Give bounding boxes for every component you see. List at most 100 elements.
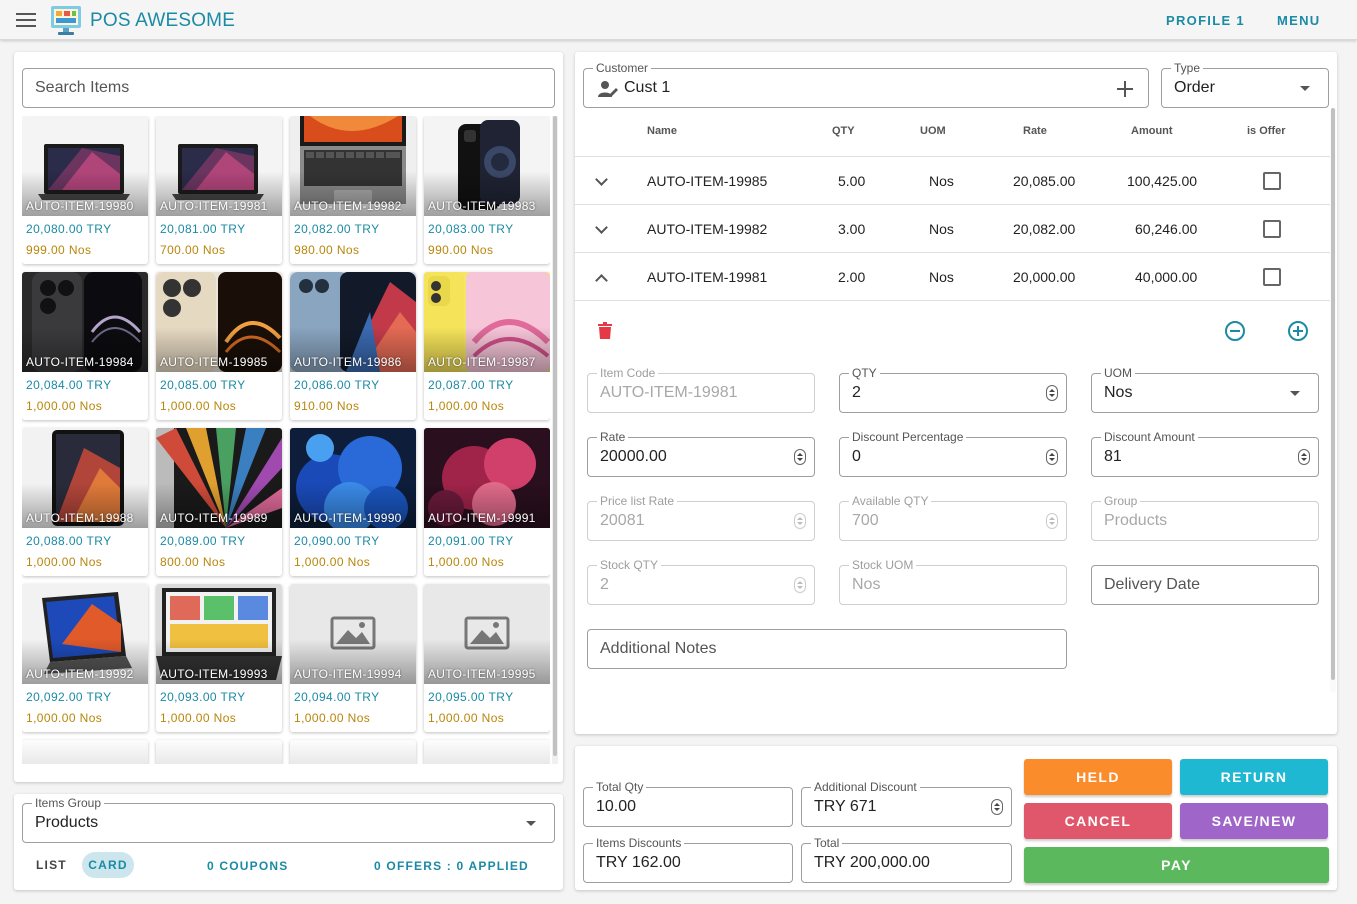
collapse-chevron-icon[interactable] [595,274,608,287]
expand-chevron-icon[interactable] [595,173,608,186]
col-qty[interactable]: QTY [832,125,855,137]
total-qty-value: 10.00 [596,798,637,815]
item-stock-qty: 910.00 Nos [294,399,360,413]
expand-chevron-icon[interactable] [595,221,608,234]
discount-amount-input[interactable]: Discount Amount 81 [1091,430,1319,477]
search-placeholder: Search Items [35,79,130,96]
additional-discount-input[interactable]: Additional Discount TRY 671 [801,780,1012,827]
item-card[interactable]: AUTO-ITEM-19989 20,089.00 TRY 800.00 Nos [156,428,282,576]
items-discounts-field: Items Discounts TRY 162.00 [583,836,793,883]
table-row[interactable]: AUTO-ITEM-19985 5.00 Nos 20,085.00 100,4… [575,156,1331,204]
is-offer-checkbox[interactable] [1263,220,1281,238]
add-customer-icon[interactable] [1117,81,1133,97]
pay-button[interactable]: PAY [1024,847,1329,883]
customer-select[interactable]: Customer Cust 1 [583,61,1149,108]
item-name: AUTO-ITEM-19984 [26,355,134,369]
item-card[interactable] [290,740,416,764]
spinner-icon [794,577,806,593]
invoice-scrollbar-thumb[interactable] [1331,108,1335,680]
discount-amount-spinner-icon[interactable] [1298,449,1310,465]
item-card[interactable]: AUTO-ITEM-19984 20,084.00 TRY 1,000.00 Nos [22,272,148,420]
item-stock-qty: 1,000.00 Nos [26,711,103,725]
menu-icon[interactable] [16,13,36,27]
type-select[interactable]: Type Order [1161,61,1329,108]
cancel-button[interactable]: CANCEL [1024,803,1172,839]
item-image [22,740,148,764]
discount-percentage-spinner-icon[interactable] [1046,449,1058,465]
item-card[interactable]: AUTO-ITEM-19980 20,080.00 TRY 999.00 Nos [22,116,148,264]
col-name[interactable]: Name [647,125,677,137]
table-row-expanded[interactable]: AUTO-ITEM-19981 2.00 Nos 20,000.00 40,00… [575,252,1331,301]
col-amount[interactable]: Amount [1131,125,1173,137]
item-card[interactable] [22,740,148,764]
app-title: POS AWESOME [90,10,236,31]
col-rate[interactable]: Rate [1023,125,1047,137]
profile-button[interactable]: PROFILE 1 [1166,13,1245,28]
uom-select[interactable]: UOM Nos [1091,366,1319,413]
menu-button[interactable]: MENU [1277,13,1320,28]
item-code-value: AUTO-ITEM-19981 [600,384,738,401]
item-name: AUTO-ITEM-19995 [428,667,536,681]
coupons-button[interactable]: 0 COUPONS [207,859,288,873]
items-scrollbar-thumb[interactable] [553,116,557,756]
rate-input[interactable]: Rate 20000.00 [587,430,815,477]
app-logo [51,6,81,35]
offers-button[interactable]: 0 OFFERS : 0 APPLIED [374,859,529,873]
list-view-button[interactable]: LIST [36,858,67,872]
item-price: 20,089.00 TRY [160,534,246,548]
item-price: 20,090.00 TRY [294,534,380,548]
rate-spinner-icon[interactable] [794,449,806,465]
col-is-offer[interactable]: is Offer [1247,125,1286,137]
item-card[interactable]: AUTO-ITEM-19982 20,082.00 TRY 980.00 Nos [290,116,416,264]
item-name: AUTO-ITEM-19987 [428,355,536,369]
items-group-select[interactable]: Items Group Products [22,796,555,843]
col-uom[interactable]: UOM [920,125,946,137]
item-name: AUTO-ITEM-19983 [428,199,536,213]
card-view-label: CARD [88,858,128,872]
item-name: AUTO-ITEM-19991 [428,511,536,525]
qty-value: 2 [852,384,861,401]
delete-icon[interactable] [598,322,612,339]
return-button[interactable]: RETURN [1180,759,1328,795]
item-card[interactable]: AUTO-ITEM-19986 20,086.00 TRY 910.00 Nos [290,272,416,420]
is-offer-checkbox[interactable] [1263,268,1281,286]
discount-percentage-input[interactable]: Discount Percentage 0 [839,430,1067,477]
item-card[interactable]: AUTO-ITEM-19990 20,090.00 TRY 1,000.00 Nos [290,428,416,576]
item-price: 20,086.00 TRY [294,378,380,392]
item-card[interactable]: AUTO-ITEM-19994 20,094.00 TRY 1,000.00 Nos [290,584,416,732]
increase-qty-icon[interactable] [1288,321,1308,341]
item-card[interactable]: AUTO-ITEM-19995 20,095.00 TRY 1,000.00 Nos [424,584,550,732]
additional-discount-spinner-icon[interactable] [991,799,1003,815]
item-stock-qty: 700.00 Nos [160,243,226,257]
item-card[interactable]: AUTO-ITEM-19993 20,093.00 TRY 1,000.00 Nos [156,584,282,732]
item-card[interactable]: AUTO-ITEM-19985 20,085.00 TRY 1,000.00 Nos [156,272,282,420]
available-qty-value: 700 [852,512,879,529]
items-scrollbar[interactable] [552,116,558,764]
table-row[interactable]: AUTO-ITEM-19982 3.00 Nos 20,082.00 60,24… [575,204,1331,252]
held-button[interactable]: HELD [1024,759,1172,795]
item-name: AUTO-ITEM-19993 [160,667,268,681]
item-card[interactable]: AUTO-ITEM-19992 20,092.00 TRY 1,000.00 Nos [22,584,148,732]
item-card[interactable]: AUTO-ITEM-19991 20,091.00 TRY 1,000.00 Nos [424,428,550,576]
item-card[interactable]: AUTO-ITEM-19983 20,083.00 TRY 990.00 Nos [424,116,550,264]
item-price: 20,088.00 TRY [26,534,112,548]
invoice-scrollbar[interactable] [1330,108,1336,692]
item-card[interactable] [156,740,282,764]
item-card[interactable] [424,740,550,764]
delivery-date-input[interactable]: Delivery Date [1091,565,1319,605]
item-price: 20,093.00 TRY [160,690,246,704]
card-view-button[interactable]: CARD [82,852,134,878]
item-card[interactable]: AUTO-ITEM-19987 20,087.00 TRY 1,000.00 Nos [424,272,550,420]
is-offer-checkbox[interactable] [1263,172,1281,190]
save-new-button[interactable]: SAVE/NEW [1180,803,1328,839]
item-card[interactable]: AUTO-ITEM-19988 20,088.00 TRY 1,000.00 Nos [22,428,148,576]
search-input[interactable]: Search Items [22,68,555,108]
qty-spinner-icon[interactable] [1046,385,1058,401]
additional-notes-input[interactable]: Additional Notes [587,629,1067,669]
item-card[interactable]: AUTO-ITEM-19981 20,081.00 TRY 700.00 Nos [156,116,282,264]
row-qty: 2.00 [838,269,866,285]
uom-value: Nos [1104,384,1133,401]
qty-input[interactable]: QTY 2 [839,366,1067,413]
spinner-icon [794,513,806,529]
decrease-qty-icon[interactable] [1225,321,1245,341]
